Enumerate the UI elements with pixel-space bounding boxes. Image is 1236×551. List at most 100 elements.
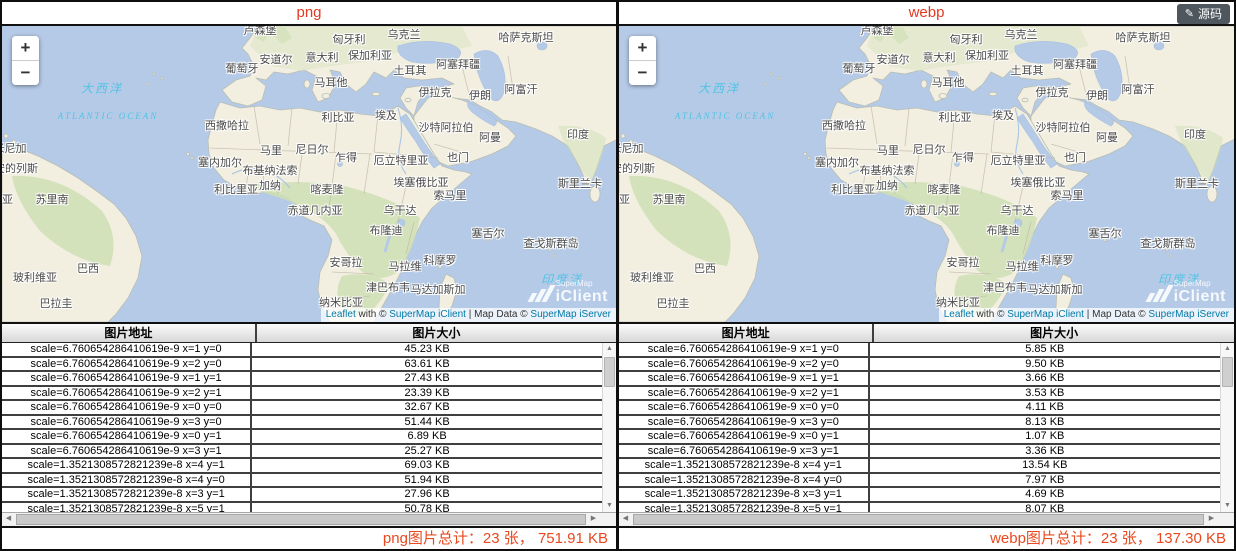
webp-total-summary: webp图片总计：23 张， 137.30 KB	[619, 526, 1234, 549]
table-row: scale=6.760654286410619e-9 x=0 y=11.07 K…	[619, 430, 1220, 445]
webp-map[interactable]: 大西洋ATLANTIC OCEAN印度洋卢森堡匈牙利乌克兰哈萨克斯坦意大利保加利…	[619, 26, 1234, 324]
cell-image-size: 4.69 KB	[870, 488, 1220, 500]
table-row: scale=6.760654286410619e-9 x=2 y=13.53 K…	[619, 387, 1220, 402]
supermap-iserver-link[interactable]: SuperMap iServer	[1148, 309, 1229, 320]
cell-image-size: 3.66 KB	[870, 372, 1220, 384]
cell-image-url: scale=6.760654286410619e-9 x=0 y=0	[619, 401, 870, 414]
scroll-left-arrow-icon[interactable]: ◀	[2, 513, 15, 526]
horizontal-scrollbar[interactable]: ◀ ▶	[2, 512, 616, 526]
cell-image-url: scale=6.760654286410619e-9 x=3 y=0	[619, 416, 870, 429]
table-row: scale=1.3521308572821239e-8 x=4 y=169.03…	[2, 459, 602, 474]
tile-compare-app: png	[0, 0, 1236, 551]
zoom-out-button[interactable]: −	[12, 61, 39, 85]
table-row: scale=1.3521308572821239e-8 x=4 y=051.94…	[2, 474, 602, 489]
supermap-iclient-link[interactable]: SuperMap iClient	[1007, 309, 1084, 320]
cell-image-url: scale=6.760654286410619e-9 x=1 y=0	[619, 343, 870, 356]
cell-image-url: scale=1.3521308572821239e-8 x=4 y=0	[619, 474, 870, 487]
source-code-label: 源码	[1198, 6, 1222, 22]
vertical-scrollbar[interactable]: ▲ ▼	[1220, 343, 1234, 512]
webp-table-rows: scale=6.760654286410619e-9 x=1 y=05.85 K…	[619, 343, 1220, 512]
vertical-scroll-thumb[interactable]	[604, 357, 615, 387]
table-row: scale=6.760654286410619e-9 x=0 y=032.67 …	[2, 401, 602, 416]
table-row: scale=6.760654286410619e-9 x=1 y=13.66 K…	[619, 372, 1220, 387]
png-table-body: scale=6.760654286410619e-9 x=1 y=045.23 …	[2, 343, 616, 512]
cell-image-url: scale=6.760654286410619e-9 x=2 y=0	[619, 358, 870, 371]
webp-panel-title: webp	[619, 2, 1234, 26]
cell-image-size: 4.11 KB	[870, 401, 1220, 413]
horizontal-scrollbar[interactable]: ◀ ▶	[619, 512, 1234, 526]
map-attribution: Leaflet with © SuperMap iClient | Map Da…	[321, 308, 616, 322]
png-table-rows: scale=6.760654286410619e-9 x=1 y=045.23 …	[2, 343, 602, 512]
cell-image-size: 69.03 KB	[252, 459, 602, 471]
cell-image-url: scale=6.760654286410619e-9 x=0 y=0	[2, 401, 252, 414]
table-row: scale=1.3521308572821239e-8 x=5 y=150.78…	[2, 503, 602, 513]
table-row: scale=6.760654286410619e-9 x=0 y=16.89 K…	[2, 430, 602, 445]
cell-image-size: 9.50 KB	[870, 358, 1220, 370]
table-row: scale=6.760654286410619e-9 x=3 y=125.27 …	[2, 445, 602, 460]
cell-image-size: 51.44 KB	[252, 416, 602, 428]
supermap-iserver-link[interactable]: SuperMap iServer	[530, 309, 611, 320]
table-row: scale=6.760654286410619e-9 x=0 y=04.11 K…	[619, 401, 1220, 416]
cell-image-url: scale=1.3521308572821239e-8 x=4 y=1	[2, 459, 252, 472]
horizontal-scroll-thumb[interactable]	[633, 514, 1204, 525]
scroll-up-arrow-icon[interactable]: ▲	[603, 343, 616, 355]
cell-image-size: 3.36 KB	[870, 445, 1220, 457]
column-header-size: 图片大小	[257, 324, 616, 342]
cell-image-url: scale=1.3521308572821239e-8 x=5 y=1	[2, 503, 252, 513]
pencil-icon: ✎	[1185, 6, 1194, 22]
png-map[interactable]: 大西洋ATLANTIC OCEAN印度洋卢森堡匈牙利乌克兰哈萨克斯坦意大利保加利…	[2, 26, 616, 324]
world-map[interactable]	[2, 26, 616, 322]
supermap-iclient-link[interactable]: SuperMap iClient	[389, 309, 466, 320]
table-row: scale=6.760654286410619e-9 x=3 y=08.13 K…	[619, 416, 1220, 431]
vertical-scroll-thumb[interactable]	[1222, 357, 1233, 387]
scroll-down-arrow-icon[interactable]: ▼	[1221, 500, 1234, 512]
png-total-summary: png图片总计：23 张， 751.91 KB	[2, 526, 616, 549]
table-row: scale=1.3521308572821239e-8 x=4 y=07.97 …	[619, 474, 1220, 489]
cell-image-url: scale=6.760654286410619e-9 x=3 y=0	[2, 416, 252, 429]
cell-image-size: 32.67 KB	[252, 401, 602, 413]
cell-image-size: 7.97 KB	[870, 474, 1220, 486]
cell-image-size: 45.23 KB	[252, 343, 602, 355]
cell-image-size: 6.89 KB	[252, 430, 602, 442]
scroll-right-arrow-icon[interactable]: ▶	[1205, 513, 1218, 526]
scroll-left-arrow-icon[interactable]: ◀	[619, 513, 632, 526]
cell-image-size: 13.54 KB	[870, 459, 1220, 471]
cell-image-url: scale=6.760654286410619e-9 x=1 y=1	[619, 372, 870, 385]
png-panel-title: png	[2, 2, 616, 26]
cell-image-size: 8.13 KB	[870, 416, 1220, 428]
zoom-in-button[interactable]: +	[12, 36, 39, 61]
cell-image-url: scale=1.3521308572821239e-8 x=3 y=1	[2, 488, 252, 501]
table-row: scale=6.760654286410619e-9 x=2 y=09.50 K…	[619, 358, 1220, 373]
map-zoom-control: + −	[629, 36, 656, 85]
table-row: scale=6.760654286410619e-9 x=2 y=063.61 …	[2, 358, 602, 373]
cell-image-url: scale=1.3521308572821239e-8 x=4 y=0	[2, 474, 252, 487]
vertical-scrollbar[interactable]: ▲ ▼	[602, 343, 616, 512]
column-header-size: 图片大小	[874, 324, 1234, 342]
attribution-separator: | Map Data ©	[466, 309, 530, 320]
horizontal-scroll-thumb[interactable]	[16, 514, 586, 525]
zoom-in-button[interactable]: +	[629, 36, 656, 61]
cell-image-size: 5.85 KB	[870, 343, 1220, 355]
scroll-down-arrow-icon[interactable]: ▼	[603, 500, 616, 512]
cell-image-url: scale=6.760654286410619e-9 x=1 y=0	[2, 343, 252, 356]
scroll-right-arrow-icon[interactable]: ▶	[587, 513, 600, 526]
cell-image-url: scale=6.760654286410619e-9 x=2 y=1	[619, 387, 870, 400]
cell-image-size: 25.27 KB	[252, 445, 602, 457]
png-table-header: 图片地址 图片大小	[2, 324, 616, 343]
cell-image-size: 23.39 KB	[252, 387, 602, 399]
table-row: scale=6.760654286410619e-9 x=1 y=045.23 …	[2, 343, 602, 358]
cell-image-url: scale=1.3521308572821239e-8 x=3 y=1	[619, 488, 870, 501]
zoom-out-button[interactable]: −	[629, 61, 656, 85]
webp-table-body: scale=6.760654286410619e-9 x=1 y=05.85 K…	[619, 343, 1234, 512]
leaflet-link[interactable]: Leaflet	[944, 309, 974, 320]
leaflet-link[interactable]: Leaflet	[326, 309, 356, 320]
cell-image-size: 8.07 KB	[870, 503, 1220, 512]
source-code-button[interactable]: ✎ 源码	[1177, 4, 1230, 24]
world-map[interactable]	[619, 26, 1234, 322]
table-row: scale=6.760654286410619e-9 x=3 y=13.36 K…	[619, 445, 1220, 460]
webp-table-header: 图片地址 图片大小	[619, 324, 1234, 343]
scroll-up-arrow-icon[interactable]: ▲	[1221, 343, 1234, 355]
attribution-text: with ©	[356, 309, 390, 320]
map-zoom-control: + −	[12, 36, 39, 85]
cell-image-size: 50.78 KB	[252, 503, 602, 512]
